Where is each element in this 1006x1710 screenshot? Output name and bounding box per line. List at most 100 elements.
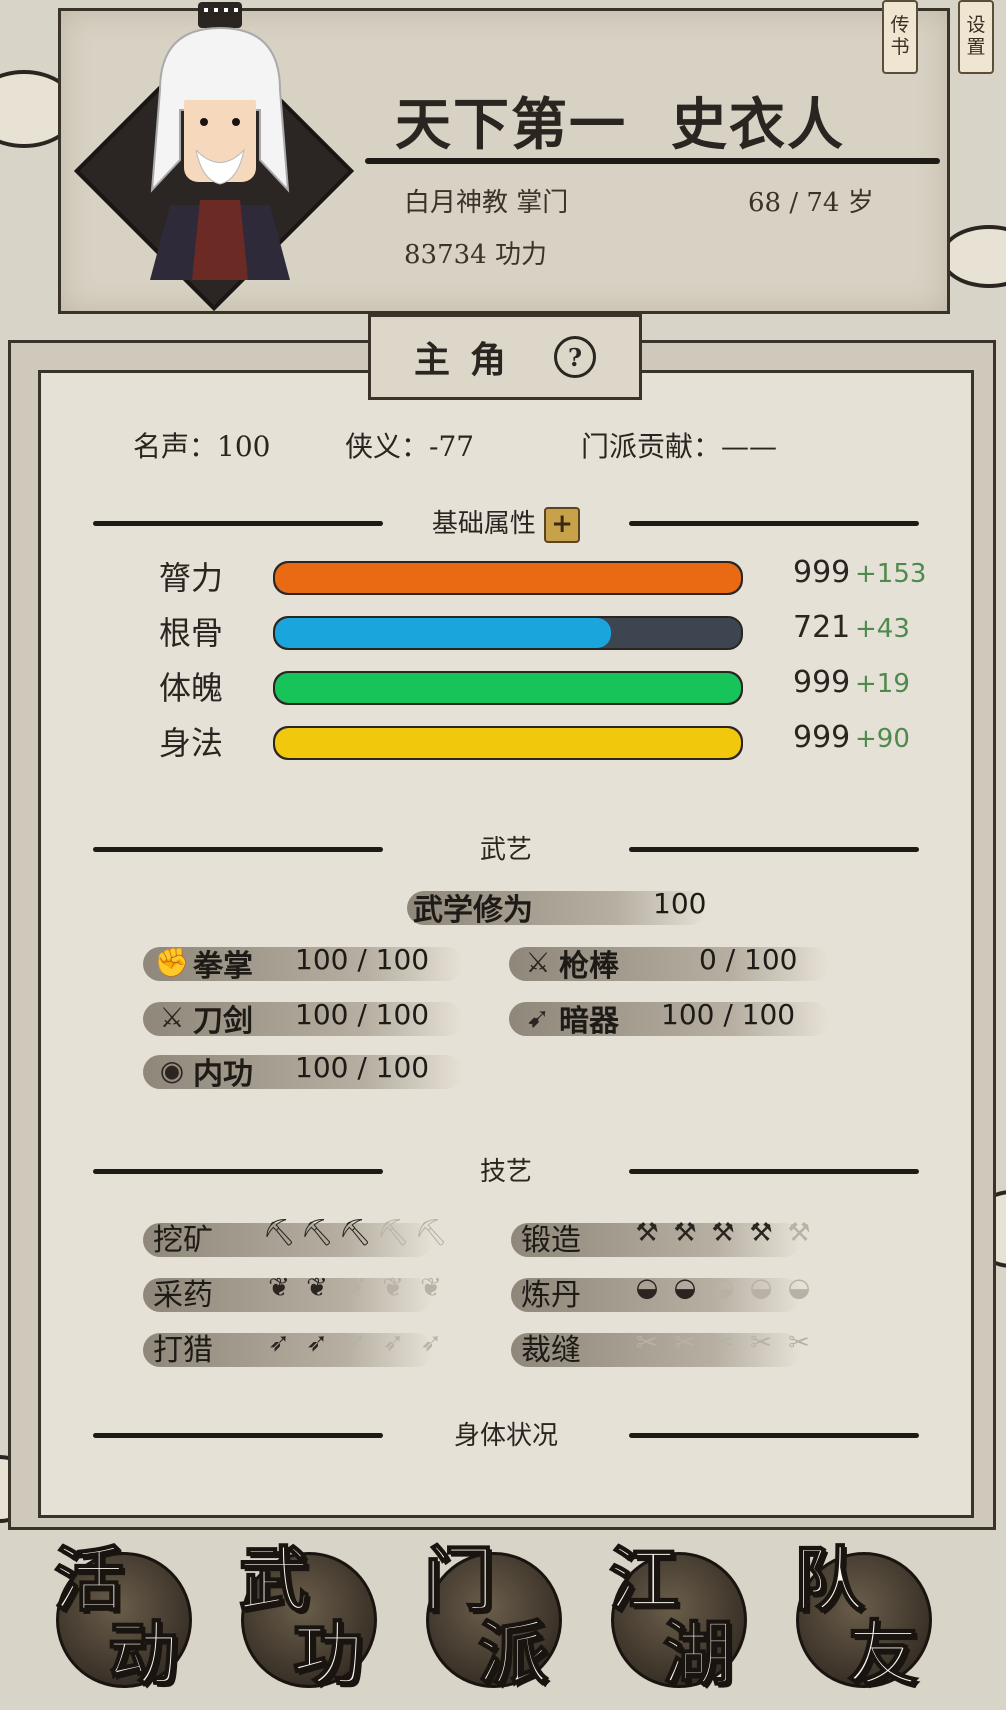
- nav-button-char: 功: [292, 1611, 364, 1696]
- anvil-icon: ⚒: [673, 1218, 697, 1248]
- attribute-bonus: +43: [855, 614, 910, 644]
- needle-icon: ✂: [636, 1328, 658, 1358]
- sword-icon: ⚔: [159, 1000, 185, 1034]
- herb-icon: ❦: [382, 1273, 404, 1303]
- bow-icon: ➶: [306, 1328, 328, 1358]
- attribute-bonus: +153: [855, 559, 927, 589]
- pickaxe-icon: ⛏: [262, 1218, 296, 1248]
- craft-name: 采药: [153, 1278, 213, 1313]
- attributes-section-header: 基础属性 +: [41, 503, 971, 543]
- character-sheet: 名声：100 侠义：-77 门派贡献：—— 基础属性 + 膂力 999 +153 根骨…: [38, 370, 974, 1518]
- nav-button[interactable]: 江湖: [601, 1524, 751, 1696]
- attribute-bar-fill: [275, 728, 741, 758]
- pickaxe-icon: ⛏: [376, 1218, 410, 1248]
- attributes-section-title: 基础属性: [431, 509, 536, 539]
- nav-button[interactable]: 武功: [231, 1524, 381, 1696]
- craft-level: ⛏ ⛏ ⛏ ⛏ ⛏: [261, 1215, 449, 1251]
- skill-value: 100 / 100: [295, 943, 430, 976]
- attribute-label: 根骨: [159, 614, 224, 652]
- attribute-label: 膂力: [159, 559, 224, 597]
- herb-icon: ❦: [306, 1273, 328, 1303]
- character-name: 史衣人: [671, 92, 845, 158]
- inner-icon: ◉: [159, 1053, 185, 1087]
- craft-level: ◒ ◒ ◒ ◒ ◒: [629, 1270, 817, 1306]
- martial-section-title: 武艺: [479, 835, 532, 865]
- bow-icon: ➶: [268, 1328, 290, 1358]
- contribution-text: 门派贡献：——: [581, 430, 778, 463]
- page-title: 天下第一 史衣人: [395, 80, 845, 161]
- nav-button-char: 动: [107, 1611, 179, 1696]
- craft-level: ⚒ ⚒ ⚒ ⚒ ⚒: [629, 1215, 817, 1251]
- craft-level: ❦ ❦ ❦ ❦ ❦: [261, 1270, 449, 1306]
- attribute-bar: [273, 726, 743, 760]
- avatar[interactable]: [120, 0, 320, 280]
- craft-level: ✂ ✂ ✂ ✂ ✂: [629, 1325, 817, 1361]
- craft-level: ➶ ➶ ➶ ➶ ➶: [261, 1325, 449, 1361]
- nav-button-char: 湖: [662, 1611, 734, 1696]
- attribute-value: 721: [793, 610, 851, 645]
- bowl-icon: ◒: [673, 1273, 697, 1303]
- nav-button-char: 友: [847, 1611, 919, 1696]
- attribute-bar: [273, 561, 743, 595]
- pickaxe-icon: ⛏: [338, 1218, 372, 1248]
- martial-section-header: 武艺: [41, 829, 971, 869]
- bow-icon: ➶: [420, 1328, 442, 1358]
- nav-button[interactable]: 活动: [46, 1524, 196, 1696]
- attribute-value: 999: [793, 720, 851, 755]
- bowl-icon: ◒: [711, 1273, 735, 1303]
- help-icon[interactable]: ?: [554, 336, 596, 378]
- settings-tab[interactable]: 设置: [958, 0, 994, 74]
- fist-icon: ✊: [154, 945, 190, 979]
- plus-icon[interactable]: +: [544, 507, 581, 543]
- attribute-value: 999: [793, 665, 851, 700]
- age-text: 68 / 74 岁: [748, 188, 874, 218]
- title-divider: [365, 158, 940, 164]
- attribute-bar-fill: [275, 618, 611, 648]
- attribute-bonus: +90: [855, 724, 910, 754]
- power-text: 83734 功力: [404, 240, 547, 270]
- cultivation-label: 武学修为: [413, 893, 533, 928]
- attribute-bar: [273, 616, 743, 650]
- body-section-header: 身体状况: [41, 1415, 971, 1455]
- role-tab-label: 主角: [413, 339, 526, 381]
- anvil-icon: ⚒: [635, 1218, 659, 1248]
- attribute-label: 身法: [159, 724, 224, 762]
- anvil-icon: ⚒: [711, 1218, 735, 1248]
- crafts-section-title: 技艺: [479, 1157, 532, 1187]
- sect-role: 白月神教 掌门: [404, 188, 569, 218]
- craft-name: 锻造: [521, 1223, 581, 1258]
- fame-text: 名声：100: [133, 430, 271, 463]
- nav-button-char: 派: [477, 1611, 549, 1696]
- skill-name: 枪棒: [559, 949, 619, 984]
- bow-icon: ➶: [344, 1328, 366, 1358]
- crafts-section-header: 技艺: [41, 1151, 971, 1191]
- herb-icon: ❦: [268, 1273, 290, 1303]
- chivalry-text: 侠义：-77: [345, 430, 475, 463]
- herb-icon: ❦: [344, 1273, 366, 1303]
- attribute-bar-fill: [275, 563, 741, 593]
- attribute-bar: [273, 671, 743, 705]
- needle-icon: ✂: [712, 1328, 734, 1358]
- skill-value: 100 / 100: [295, 1051, 430, 1084]
- herb-icon: ❦: [420, 1273, 442, 1303]
- skill-value: 100 / 100: [295, 998, 430, 1031]
- anvil-icon: ⚒: [787, 1218, 811, 1248]
- nav-button[interactable]: 队友: [786, 1524, 936, 1696]
- cultivation-value: 100: [653, 887, 707, 920]
- attribute-label: 体魄: [159, 669, 224, 707]
- attribute-bonus: +19: [855, 669, 910, 699]
- letters-tab[interactable]: 传书: [882, 0, 918, 74]
- skill-name: 暗器: [559, 1004, 619, 1039]
- bowl-icon: ◒: [635, 1273, 659, 1303]
- spear-icon: ⚔: [525, 945, 551, 979]
- tab-protagonist[interactable]: 主角 ?: [368, 314, 642, 400]
- bowl-icon: ◒: [749, 1273, 773, 1303]
- body-section-title: 身体状况: [453, 1421, 558, 1451]
- nav-button[interactable]: 门派: [416, 1524, 566, 1696]
- needle-icon: ✂: [788, 1328, 810, 1358]
- attribute-bar-fill: [275, 673, 741, 703]
- pickaxe-icon: ⛏: [300, 1218, 334, 1248]
- craft-name: 炼丹: [521, 1278, 581, 1313]
- needle-icon: ✂: [674, 1328, 696, 1358]
- skill-name: 内功: [193, 1057, 253, 1092]
